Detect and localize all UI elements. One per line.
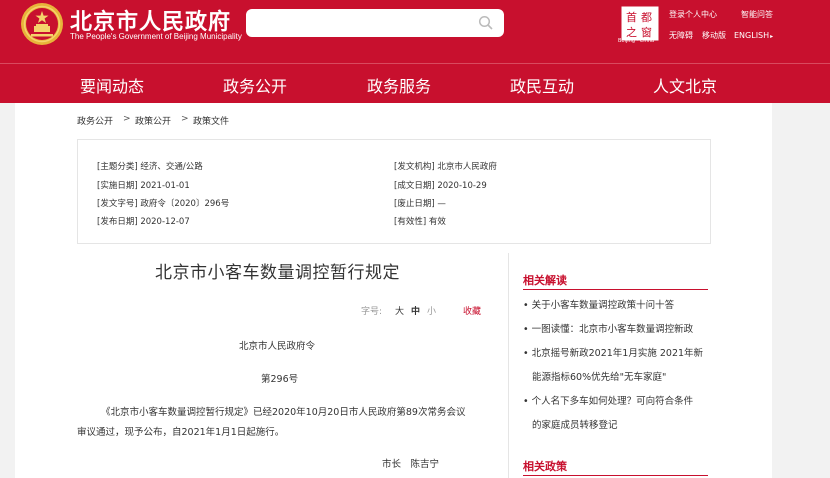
meta-topic: [主题分类] 经济、交通/公路 [97, 162, 203, 172]
meta-repeal-date: [废止日期] — [394, 199, 446, 209]
font-size-large-button[interactable]: 大 [395, 304, 404, 317]
related-item-continued[interactable]: 能源指标60%优先给"无车家庭" [532, 369, 666, 383]
header-top-bar: 北京市人民政府 The People's Government of Beiji… [0, 0, 830, 63]
document-meta-box: [主题分类] 经济、交通/公路 [发文机构] 北京市人民政府 [实施日期] 20… [77, 139, 711, 244]
meta-publish-date: [发布日期] 2020-12-07 [97, 217, 190, 227]
related-item[interactable]: • 个人名下多车如何处理？可向符合条件 [523, 393, 693, 407]
nav-gov-affairs[interactable]: 政务公开 [223, 73, 287, 97]
login-link[interactable]: 登录个人中心 [669, 9, 717, 20]
signature: 市长 陈吉宁 [382, 459, 440, 470]
nav-culture[interactable]: 人文北京 [653, 73, 717, 97]
meta-validity: [有效性] 有效 [394, 217, 446, 227]
search-input[interactable] [254, 13, 478, 35]
svg-text:都: 都 [641, 11, 652, 24]
breadcrumb-policy-docs[interactable]: 政策文件 [193, 114, 229, 127]
breadcrumb-separator: > [123, 114, 131, 124]
font-size-small-button[interactable]: 小 [427, 304, 436, 317]
meta-doc-number: [发文字号] 政府令〔2020〕296号 [97, 199, 230, 209]
favorite-button[interactable]: 收藏 [463, 304, 481, 317]
related-policy-underline [523, 475, 708, 476]
related-reading-heading: 相关解读 [523, 274, 567, 287]
smart-qa-link[interactable]: 智能问答 [741, 9, 773, 20]
body-paragraph-line-1: 《北京市小客车数量调控暂行规定》已经2020年10月20日市人民政府第89次常务… [101, 407, 466, 418]
body-paragraph-line-2: 审议通过，现予公布，自2021年1月1日起施行。 [77, 427, 285, 438]
column-divider [508, 253, 509, 478]
search-icon[interactable] [478, 15, 494, 31]
related-item[interactable]: • 一图读懂：北京市小客车数量调控新政 [523, 321, 693, 335]
order-heading: 北京市人民政府令 [239, 341, 316, 352]
main-nav: 要闻动态 政务公开 政务服务 政民互动 人文北京 [0, 64, 830, 103]
nav-interaction[interactable]: 政民互动 [510, 73, 574, 97]
caret-right-icon: ▸ [770, 33, 774, 40]
meta-issuer: [发文机构] 北京市人民政府 [394, 162, 497, 172]
breadcrumb-policy-public[interactable]: 政策公开 [135, 114, 171, 127]
nav-news[interactable]: 要闻动态 [80, 73, 144, 97]
site-header: 北京市人民政府 The People's Government of Beiji… [0, 0, 830, 103]
font-size-label: 字号: [361, 307, 383, 317]
related-item-continued[interactable]: 的家庭成员转移登记 [532, 417, 618, 431]
breadcrumb-gov-affairs[interactable]: 政务公开 [77, 114, 113, 127]
meta-effective-date: [实施日期] 2021-01-01 [97, 181, 190, 191]
english-link[interactable]: ENGLISH▸ [734, 31, 773, 40]
breadcrumb-separator: > [181, 114, 189, 124]
document-title: 北京市小客车数量调控暂行规定 [155, 263, 400, 283]
svg-text:窗: 窗 [641, 25, 652, 39]
related-reading-underline [523, 289, 708, 290]
search-box[interactable] [246, 9, 504, 37]
font-size-medium-button[interactable]: 中 [411, 304, 420, 317]
order-number: 第296号 [261, 374, 299, 385]
capital-logo-caption: Beijing · China [618, 38, 655, 44]
accessibility-link[interactable]: 无障碍 [669, 30, 693, 41]
svg-text:首: 首 [626, 10, 637, 24]
content-panel: 政务公开 > 政策公开 > 政策文件 [主题分类] 经济、交通/公路 [发文机构… [15, 103, 772, 478]
nav-gov-services[interactable]: 政务服务 [367, 73, 431, 97]
mobile-version-link[interactable]: 移动版 [702, 30, 726, 41]
meta-written-date: [成文日期] 2020-10-29 [394, 181, 487, 191]
related-policy-heading: 相关政策 [523, 460, 567, 473]
national-emblem-icon[interactable] [20, 2, 64, 46]
english-label: ENGLISH [734, 31, 770, 40]
related-item[interactable]: • 北京摇号新政2021年1月实施 2021年新 [523, 345, 703, 359]
site-subtitle: The People's Government of Beijing Munic… [70, 32, 242, 41]
svg-text:之: 之 [626, 25, 637, 39]
related-item[interactable]: • 关于小客车数量调控政策十问十答 [523, 297, 674, 311]
